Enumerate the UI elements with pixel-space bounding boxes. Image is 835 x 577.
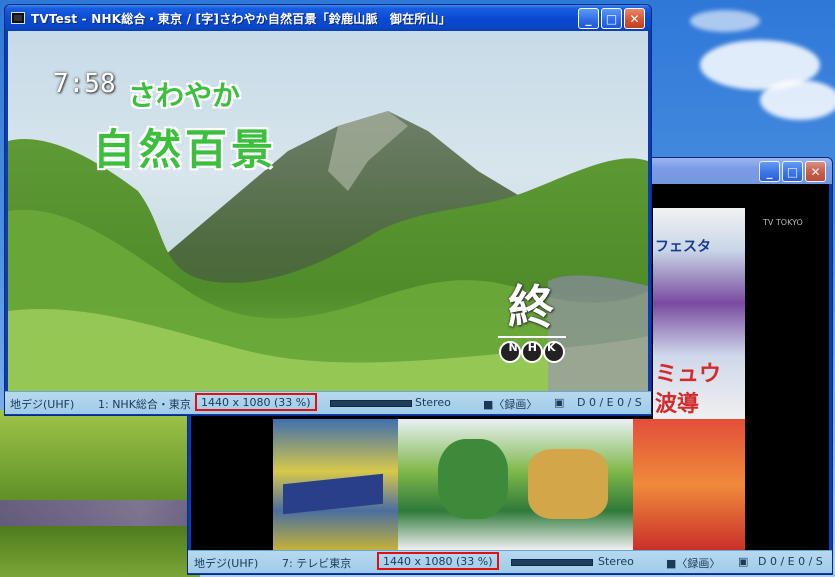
maximize-icon: □ bbox=[786, 164, 799, 179]
secondary-statusbar[interactable]: 地デジ(UHF) 7: テレビ東京 1440 x 1080 (33 %) Ste… bbox=[188, 550, 832, 573]
close-icon: ✕ bbox=[629, 11, 640, 26]
main-statusbar[interactable]: 地デジ(UHF) 1: NHK総合・東京 1440 x 1080 (33 %) … bbox=[5, 391, 651, 414]
main-video-area[interactable]: 7:58 さわやか 自然百景 終 NHK bbox=[8, 31, 648, 391]
close-icon: ✕ bbox=[810, 164, 821, 179]
tvtest-window-main[interactable]: TVTest - NHK総合・東京 / [字]さわやか自然百景「鈴鹿山脈 御在所… bbox=[4, 4, 652, 416]
minimize-icon: _ bbox=[585, 11, 592, 26]
channel-watermark: TV TOKYO bbox=[763, 218, 803, 227]
poster-characters bbox=[528, 449, 608, 519]
poster-top-right: フェスタ ミュウ 波導 bbox=[653, 208, 745, 419]
poster-center bbox=[398, 419, 633, 550]
end-mark: 終 bbox=[508, 280, 554, 334]
channel-label[interactable]: 7: テレビ東京 bbox=[282, 555, 351, 571]
cloud bbox=[760, 80, 835, 120]
minimize-button[interactable]: _ bbox=[759, 161, 780, 182]
signal-level-meter bbox=[330, 400, 412, 407]
tvtest-app-icon[interactable] bbox=[11, 12, 25, 24]
nhk-logo: NHK bbox=[496, 336, 568, 364]
main-titlebar[interactable]: TVTest - NHK総合・東京 / [字]さわやか自然百景「鈴鹿山脈 御在所… bbox=[5, 5, 651, 31]
audio-label[interactable]: Stereo bbox=[598, 555, 634, 568]
error-counters[interactable]: D 0 / E 0 / S bbox=[758, 555, 823, 568]
poster-right bbox=[633, 419, 745, 550]
desktop-flowers bbox=[0, 500, 200, 526]
channel-label[interactable]: 1: NHK総合・東京 bbox=[98, 396, 191, 412]
close-button[interactable]: ✕ bbox=[805, 161, 826, 182]
capture-camera-icon[interactable]: ▣ bbox=[738, 555, 748, 568]
maximize-button[interactable]: □ bbox=[601, 8, 622, 29]
tuner-label[interactable]: 地デジ(UHF) bbox=[194, 555, 258, 571]
resolution-label-highlighted[interactable]: 1440 x 1080 (33 %) bbox=[377, 552, 499, 570]
window-title: TVTest - NHK総合・東京 / [字]さわやか自然百景「鈴鹿山脈 御在所… bbox=[31, 11, 451, 26]
poster-title-block bbox=[283, 473, 383, 515]
capture-camera-icon[interactable]: ▣ bbox=[554, 396, 564, 409]
nhk-logo-text: NHK bbox=[508, 341, 566, 354]
resolution-label-highlighted[interactable]: 1440 x 1080 (33 %) bbox=[195, 393, 317, 411]
poster-text-festa: フェスタ bbox=[655, 239, 711, 255]
broadcast-clock: 7:58 bbox=[53, 69, 116, 99]
audio-label[interactable]: Stereo bbox=[415, 396, 451, 409]
minimize-icon: _ bbox=[766, 164, 773, 179]
record-label[interactable]: ■〈録画〉 bbox=[483, 396, 537, 412]
program-title-line2: 自然百景 bbox=[93, 125, 278, 174]
poster-text-hadou: 波導 bbox=[655, 392, 700, 417]
record-label[interactable]: ■〈録画〉 bbox=[666, 555, 720, 571]
maximize-button[interactable]: □ bbox=[782, 161, 803, 182]
poster-dragon bbox=[438, 439, 508, 519]
cloud bbox=[690, 10, 760, 32]
program-title-line1: さわやか bbox=[128, 79, 241, 112]
mountain-scene: 7:58 さわやか 自然百景 終 NHK bbox=[8, 31, 648, 391]
signal-level-meter bbox=[511, 559, 593, 566]
minimize-button[interactable]: _ bbox=[578, 8, 599, 29]
desktop-meadow bbox=[0, 410, 200, 577]
tuner-label[interactable]: 地デジ(UHF) bbox=[10, 396, 74, 412]
maximize-icon: □ bbox=[605, 11, 618, 26]
error-counters[interactable]: D 0 / E 0 / S bbox=[577, 396, 642, 409]
poster-text-mew: ミュウ bbox=[655, 362, 722, 387]
close-button[interactable]: ✕ bbox=[624, 8, 645, 29]
poster-left bbox=[273, 419, 398, 550]
